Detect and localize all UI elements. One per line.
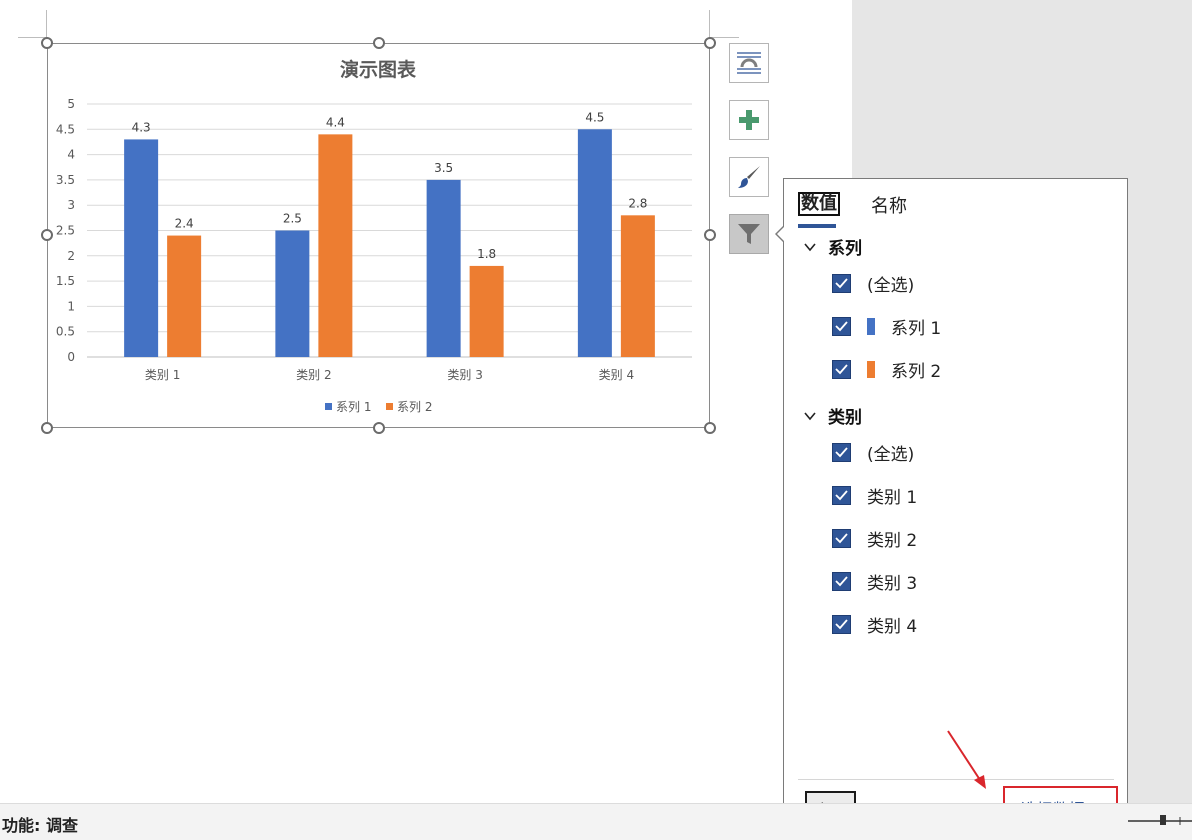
y-axis-labels: 0 0.5 1 1.5 2 2.5 3 3.5 4 4.5 5 [56,97,75,364]
data-labels: 4.3 2.4 2.5 4.4 3.5 1.8 4.5 2.8 [132,110,648,261]
chart-format-button[interactable] [729,157,769,197]
resize-handle-bottom-left[interactable] [41,422,53,434]
category-item-2[interactable]: 类别 2 [832,526,917,551]
category-item-3[interactable]: 类别 3 [832,569,917,594]
series-item-1[interactable]: 系列 1 [832,314,941,339]
y-tick-label: 5 [67,97,75,111]
chart-title[interactable]: 演示图表 [340,58,417,81]
bar-series-1[interactable] [577,129,612,357]
data-label: 2.4 [175,217,194,231]
checkbox-label: 系列 1 [891,319,942,339]
chart-legend[interactable]: 系列 1 系列 2 [325,400,432,414]
tab-values[interactable]: 数值 [798,192,840,216]
chart-styles-icon [737,52,761,74]
checkbox-checked[interactable] [832,529,851,548]
legend-label[interactable]: 系列 2 [397,400,432,414]
resize-handle-bottom-right[interactable] [704,422,716,434]
bar-series-1[interactable] [426,179,461,357]
zoom-slider[interactable] [1128,815,1192,825]
y-tick-label: 3 [67,198,75,212]
paintbrush-icon [738,166,760,188]
y-tick-label: 4 [67,148,75,162]
checkbox-label: 类别 3 [867,574,918,594]
category-group-label: 类别 [828,408,862,428]
x-axis-labels: 类别 1 类别 2 类别 3 类别 4 [145,368,634,382]
checkbox-checked[interactable] [832,274,851,293]
zoom-slider-thumb[interactable] [1160,815,1166,825]
chart-filter-button[interactable] [729,214,769,254]
y-tick-label: 1 [67,299,75,313]
checkbox-label: 类别 2 [867,531,918,551]
checkbox-checked[interactable] [832,615,851,634]
chart-area[interactable]: 演示图表 0 0.5 1 1.5 2 2.5 3 3.5 4 4.5 5 4.3 2.4 2.5 4.4 3… [47,43,710,428]
y-tick-label: 4.5 [56,122,75,136]
data-label: 1.8 [477,247,496,261]
legend-swatch [325,403,332,410]
checkbox-label: (全选) [867,445,915,465]
series-color-swatch [867,361,875,378]
checkbox-label: (全选) [867,276,915,296]
chart-elements-icon [739,110,759,130]
resize-handle-top[interactable] [373,37,385,49]
data-label: 4.4 [326,115,345,129]
y-tick-label: 3.5 [56,173,75,187]
checkbox-checked[interactable] [832,360,851,379]
series-color-swatch [867,318,875,335]
checkbox-checked[interactable] [832,572,851,591]
x-tick-label: 类别 2 [296,368,331,382]
data-label: 4.5 [585,110,604,124]
y-tick-label: 2 [67,249,75,263]
status-text: 功能: 调查 [2,816,78,835]
checkbox-label: 系列 2 [891,362,942,382]
category-item-4[interactable]: 类别 4 [832,612,917,637]
series-select-all[interactable]: (全选) [832,271,914,296]
data-label: 3.5 [434,161,453,175]
chevron-down-icon [804,242,816,251]
category-item-1[interactable]: 类别 1 [832,483,917,508]
checkbox-checked[interactable] [832,443,851,462]
bar-series-2[interactable] [469,265,504,357]
checkbox-label: 类别 4 [867,617,918,637]
y-tick-label: 0 [67,350,75,364]
category-group-header[interactable]: 类别 [804,403,862,428]
bar-series[interactable] [124,129,655,357]
x-tick-label: 类别 3 [447,368,482,382]
bar-series-2[interactable] [167,235,202,357]
tab-names[interactable]: 名称 [871,192,907,218]
y-tick-label: 0.5 [56,325,75,339]
filter-icon [738,224,760,244]
resize-handle-bottom[interactable] [373,422,385,434]
x-tick-label: 类别 1 [145,368,180,382]
checkbox-checked[interactable] [832,486,851,505]
active-tab-indicator [798,224,836,228]
bar-series-1[interactable] [124,139,159,357]
resize-handle-top-left[interactable] [41,37,53,49]
status-bar: 功能: 调查 [0,803,1192,840]
panel-pointer-fill [777,227,784,241]
bar-series-2[interactable] [620,215,655,357]
series-item-2[interactable]: 系列 2 [832,357,941,382]
y-tick-label: 2.5 [56,224,75,238]
checkbox-label: 类别 1 [867,488,918,508]
category-select-all[interactable]: (全选) [832,440,914,465]
data-label: 2.5 [283,212,302,226]
resize-handle-right[interactable] [704,229,716,241]
bar-series-1[interactable] [275,230,310,358]
bar-series-2[interactable] [318,134,353,357]
chart-styles-button[interactable] [729,43,769,83]
resize-handle-left[interactable] [41,229,53,241]
x-tick-label: 类别 4 [599,368,634,382]
resize-handle-top-right[interactable] [704,37,716,49]
legend-label[interactable]: 系列 1 [336,400,371,414]
chart-elements-button[interactable] [729,100,769,140]
checkbox-checked[interactable] [832,317,851,336]
y-tick-label: 1.5 [56,274,75,288]
series-group-label: 系列 [828,239,862,259]
data-label: 4.3 [132,120,151,134]
annotation-arrow [947,730,986,789]
series-group-header[interactable]: 系列 [804,234,862,259]
legend-swatch [386,403,393,410]
data-label: 2.8 [628,196,647,210]
chevron-down-icon [804,411,816,420]
